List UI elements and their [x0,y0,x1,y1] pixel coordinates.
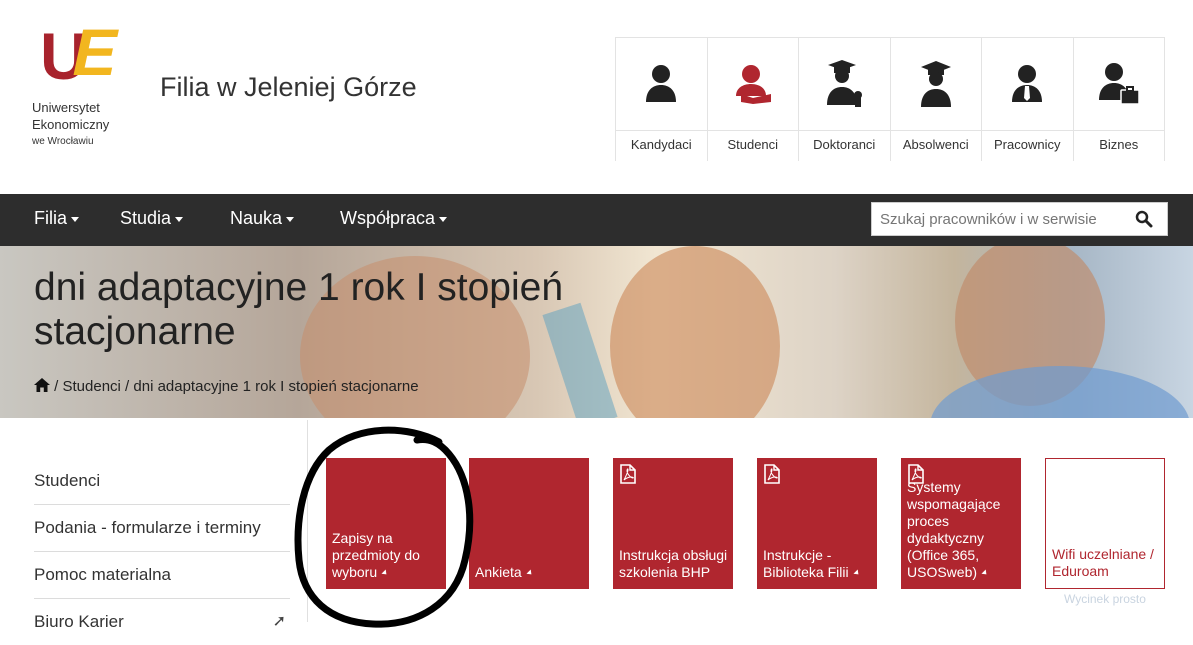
sidebar-item-biuro-karier[interactable]: Biuro Karier ➚ [34,599,290,645]
tile-wifi[interactable]: Wifi uczelniane / Eduroam [1045,458,1165,589]
tile-label: Wifi uczelniane / Eduroam [1052,546,1154,579]
external-link-icon: ➚ [272,613,286,630]
hero-banner: dni adaptacyjne 1 rok I stopień stacjona… [0,246,1193,418]
nav-filia[interactable]: Filia [34,208,80,229]
tile-label: Systemy wspomagające proces dydaktyczny … [907,479,1001,580]
user-icon [646,65,677,102]
role-pracownicy[interactable]: Pracownicy [981,37,1073,161]
page-title: dni adaptacyjne 1 rok I stopień stacjona… [34,266,564,353]
breadcrumb-path[interactable]: / Studenci / dni adaptacyjne 1 rok I sto… [54,378,418,395]
employee-tie-icon [1012,65,1043,102]
logo-line-2: Ekonomiczny [32,117,110,132]
caret-down-icon [71,216,80,222]
role-absolwenci[interactable]: Absolwenci [889,37,981,161]
university-logo[interactable]: U E [34,15,126,89]
role-label: Doktoranci [813,137,876,152]
snipping-overlay-text: Wycinek prosto [1064,592,1146,606]
main-navbar: Filia Studia Nauka Współpraca [0,194,1193,246]
student-reading-icon [735,65,771,104]
sidebar-item-label: Studenci [34,471,101,490]
role-kandydaci[interactable]: Kandydaci [615,37,707,161]
role-doktoranci[interactable]: Doktoranci [798,37,890,161]
pdf-file-icon [764,464,780,484]
role-biznes[interactable]: Biznes [1072,37,1165,161]
role-label: Absolwenci [902,137,969,152]
search-box [871,202,1168,236]
arrow-icon [981,569,989,577]
search-input[interactable] [872,203,1138,235]
ue-logo-mark: U E [34,15,126,89]
logo-line-1: Uniwersytet [32,100,100,115]
role-studenci[interactable]: Studenci [706,37,798,161]
graduate-award-icon [827,60,863,107]
sidebar-item-pomoc-materialna[interactable]: Pomoc materialna [34,552,290,599]
nav-studia[interactable]: Studia [120,208,184,229]
business-briefcase-icon [1098,63,1140,105]
sidebar-menu: Studenci Podania - formularze i terminy … [34,458,290,645]
breadcrumb: / Studenci / dni adaptacyjne 1 rok I sto… [34,378,419,395]
nav-nauka[interactable]: Nauka [230,208,295,229]
nav-wspolpraca[interactable]: Współpraca [340,208,448,229]
tile-label: Instrukcje - Biblioteka Filii [763,547,873,581]
pdf-file-icon [620,464,636,484]
logo-text: Uniwersytet Ekonomiczny we Wrocławiu [32,99,109,150]
nav-label: Filia [34,208,68,228]
tile-label: Zapisy na przedmioty do wyboru [332,530,420,580]
search-icon[interactable] [1135,210,1153,228]
caret-down-icon [439,216,448,222]
tile-instrukcje-biblioteka[interactable]: Instrukcje - Biblioteka Filii [757,458,877,589]
role-label: Biznes [1099,137,1139,152]
role-navigation: Kandydaci Studenci Doktoranci Absolwenci… [615,37,1165,161]
nav-label: Współpraca [340,208,436,228]
sidebar-item-label: Pomoc materialna [34,565,172,584]
sidebar-item-label: Podania - formularze i terminy [34,518,261,537]
tile-label: Ankieta [475,564,585,581]
nav-label: Nauka [230,208,283,228]
tile-label: Instrukcja obsługi szkolenia BHP [619,547,728,580]
arrow-icon [381,569,389,577]
tile-ankieta[interactable]: Ankieta [469,458,589,589]
sidebar-item-podania[interactable]: Podania - formularze i terminy [34,505,290,552]
nav-label: Studia [120,208,172,228]
arrow-icon [526,569,534,577]
graduate-icon [920,61,951,107]
caret-down-icon [175,216,184,222]
content-divider [307,420,308,622]
tile-systemy[interactable]: Systemy wspomagające proces dydaktyczny … [901,458,1021,589]
branch-title[interactable]: Filia w Jeleniej Górze [160,72,417,103]
sidebar-item-studenci[interactable]: Studenci [34,458,290,505]
tile-instrukcja-bhp[interactable]: Instrukcja obsługi szkolenia BHP [613,458,733,589]
home-icon[interactable] [34,378,50,392]
role-label: Pracownicy [994,137,1061,152]
role-label: Kandydaci [630,137,692,152]
role-label: Studenci [727,137,779,152]
hero-photo-shirt [930,366,1190,418]
arrow-icon [853,569,861,577]
tile-zapisy[interactable]: Zapisy na przedmioty do wyboru [326,458,446,589]
logo-line-3: we Wrocławiu [32,136,94,147]
caret-down-icon [286,216,295,222]
